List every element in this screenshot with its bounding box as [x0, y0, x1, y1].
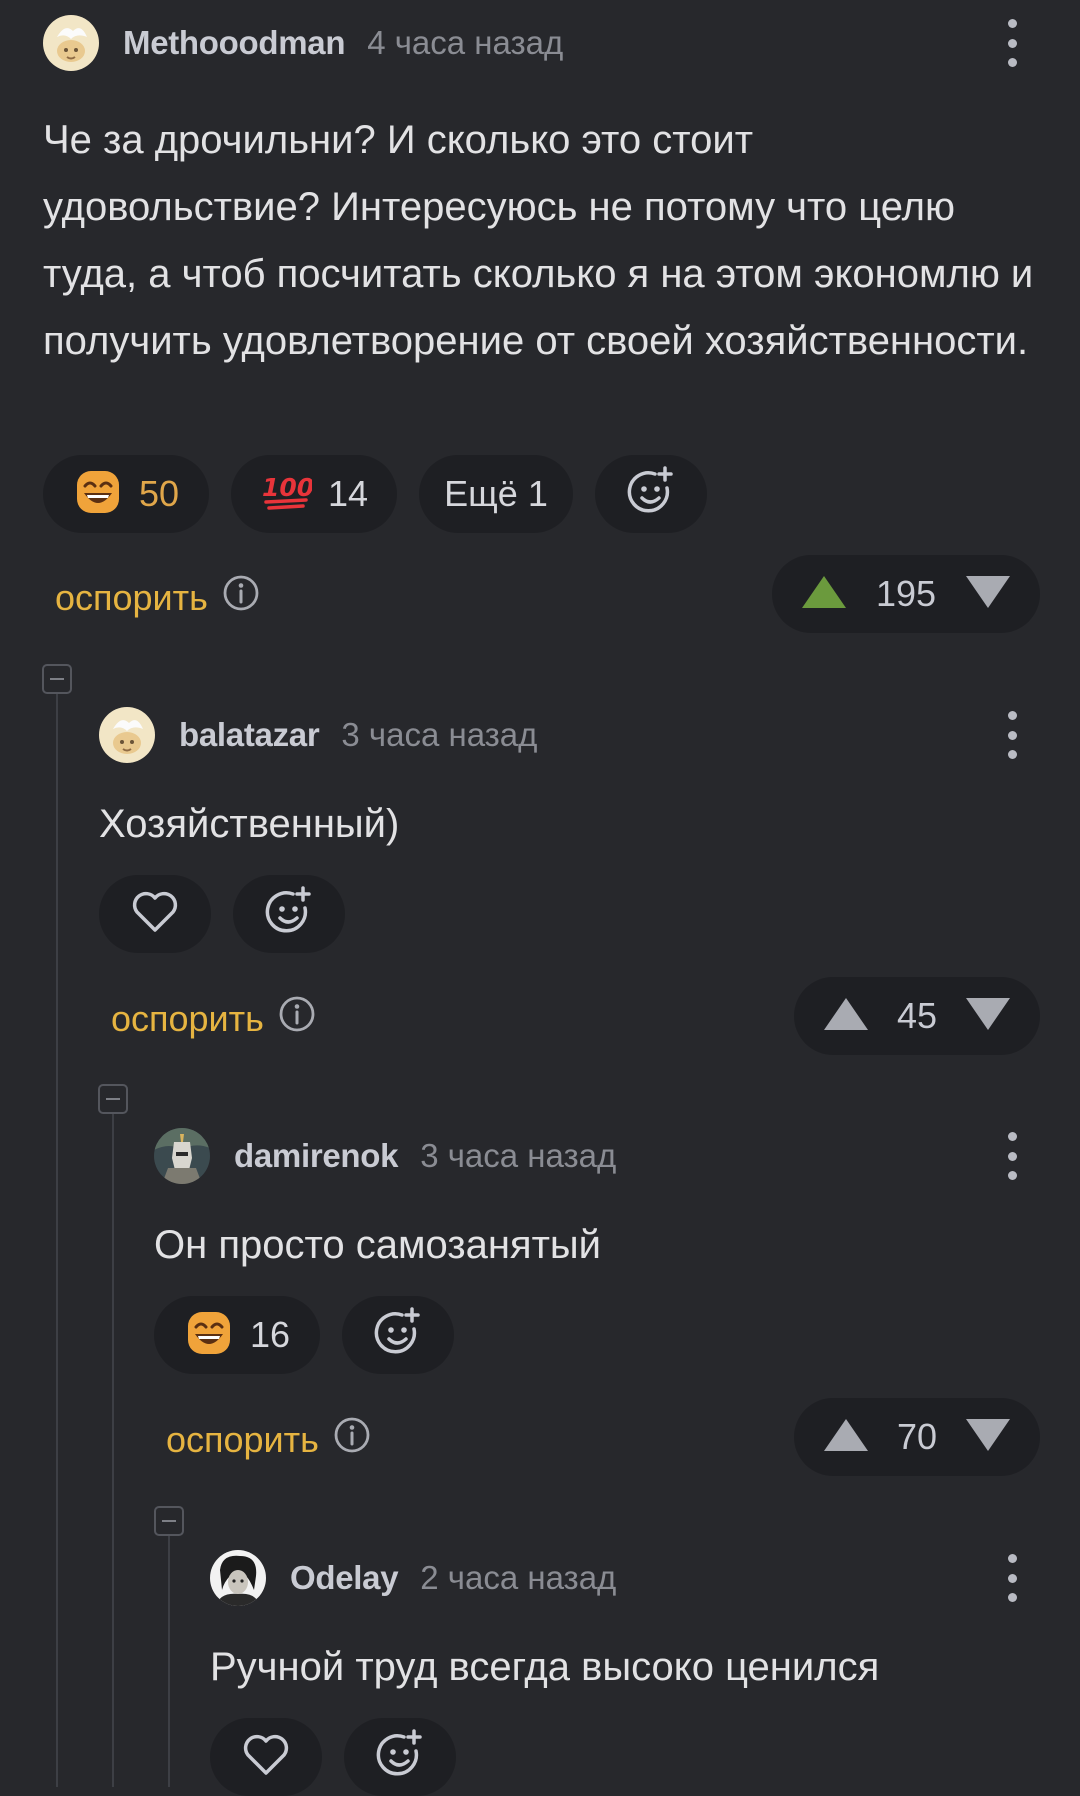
comment-text: Он просто самозанятый: [154, 1223, 601, 1267]
portrait-avatar-icon[interactable]: [210, 1550, 266, 1606]
thread-line: [168, 1536, 170, 1787]
upvote-arrow-icon[interactable]: [800, 574, 848, 615]
heart-icon: [241, 1732, 291, 1783]
more-reactions-count: 1: [527, 473, 548, 514]
comment-header: damirenok 3 часа назад: [154, 1128, 616, 1184]
comment-time: 2 часа назад: [420, 1559, 617, 1596]
comment: balatazar 3 часа назад Хозяйственный) ос…: [99, 707, 1080, 1057]
add-reaction-button[interactable]: [342, 1296, 454, 1374]
add-emoji-icon: [372, 1727, 428, 1788]
comment-header: Methooodman 4 часа назад: [43, 15, 563, 71]
dispute-link[interactable]: оспорить: [166, 1416, 371, 1463]
reactions-bar: 50 100 14 Ещё 1: [43, 455, 707, 533]
info-icon[interactable]: [278, 995, 316, 1042]
more-options-icon[interactable]: [1000, 1132, 1024, 1180]
grinning-face-emoji-icon: [184, 1310, 234, 1361]
comment-header: balatazar 3 часа назад: [99, 707, 537, 763]
like-button[interactable]: [99, 875, 211, 953]
reaction-pill[interactable]: 100 14: [231, 455, 397, 533]
downvote-arrow-icon[interactable]: [964, 574, 1012, 615]
dispute-label: оспорить: [55, 576, 208, 618]
reaction-count: 14: [327, 473, 369, 514]
more-reactions-button[interactable]: Ещё 1: [419, 455, 573, 533]
reactions-bar: 16: [154, 1296, 454, 1374]
rating-count: 195: [875, 573, 937, 614]
upvote-arrow-icon[interactable]: [822, 996, 870, 1037]
comment-author[interactable]: balatazar: [179, 716, 320, 754]
info-icon[interactable]: [222, 574, 260, 621]
comment-text: Хозяйственный): [99, 802, 400, 846]
dispute-label: оспорить: [111, 997, 264, 1039]
dispute-label: оспорить: [166, 1418, 319, 1460]
reaction-count: 16: [249, 1314, 291, 1355]
comment: Odelay 2 часа назад Ручной труд всегда в…: [210, 1550, 1080, 1796]
upvote-arrow-icon[interactable]: [822, 1417, 870, 1458]
add-reaction-button[interactable]: [595, 455, 707, 533]
vote-widget: 45: [794, 977, 1040, 1055]
downvote-arrow-icon[interactable]: [964, 996, 1012, 1037]
hundred-points-emoji-icon: 100: [260, 472, 314, 517]
reaction-pill[interactable]: 50: [43, 455, 209, 533]
thread-line: [56, 694, 58, 1787]
comment-time: 3 часа назад: [420, 1137, 617, 1174]
comment: Methooodman 4 часа назад Че за дрочильни…: [43, 15, 1080, 635]
comment-header: Odelay 2 часа назад: [210, 1550, 616, 1606]
dispute-link[interactable]: оспорить: [55, 574, 260, 621]
rating-count: 70: [896, 1416, 938, 1457]
reaction-pill[interactable]: 16: [154, 1296, 320, 1374]
comment-time: 4 часа назад: [367, 24, 564, 61]
reactions-bar: [210, 1718, 456, 1796]
more-options-icon[interactable]: [1000, 19, 1024, 67]
reaction-count: 50: [138, 473, 180, 514]
add-reaction-button[interactable]: [233, 875, 345, 953]
knight-avatar-icon[interactable]: [154, 1128, 210, 1184]
dispute-link[interactable]: оспорить: [111, 995, 316, 1042]
comment: damirenok 3 часа назад Он просто самозан…: [154, 1128, 1080, 1478]
vote-widget: 195: [772, 555, 1040, 633]
cat-avatar-icon[interactable]: [43, 15, 99, 71]
rating-count: 45: [896, 995, 938, 1036]
comment-author[interactable]: Odelay: [290, 1559, 399, 1597]
downvote-arrow-icon[interactable]: [964, 1417, 1012, 1458]
more-options-icon[interactable]: [1000, 711, 1024, 759]
more-options-icon[interactable]: [1000, 1554, 1024, 1602]
add-reaction-button[interactable]: [344, 1718, 456, 1796]
comment-text: Ручной труд всегда высоко ценился: [210, 1645, 880, 1689]
svg-text:100: 100: [262, 473, 312, 502]
cat-avatar-icon[interactable]: [99, 707, 155, 763]
like-button[interactable]: [210, 1718, 322, 1796]
comment-text: Че за дрочильни? И сколько это стоит удо…: [43, 118, 1034, 363]
more-reactions-prefix: Ещё: [444, 473, 518, 514]
comment-time: 3 часа назад: [341, 716, 538, 753]
grinning-face-emoji-icon: [73, 469, 123, 520]
add-emoji-icon: [623, 464, 679, 525]
thread-line: [112, 1114, 114, 1787]
info-icon[interactable]: [333, 1416, 371, 1463]
reactions-bar: [99, 875, 345, 953]
vote-widget: 70: [794, 1398, 1040, 1476]
collapse-thread-button[interactable]: [154, 1506, 184, 1536]
comment-author[interactable]: damirenok: [234, 1137, 398, 1175]
collapse-thread-button[interactable]: [42, 664, 72, 694]
collapse-thread-button[interactable]: [98, 1084, 128, 1114]
comment-author[interactable]: Methooodman: [123, 24, 345, 62]
heart-icon: [130, 889, 180, 940]
add-emoji-icon: [261, 884, 317, 945]
add-emoji-icon: [370, 1305, 426, 1366]
